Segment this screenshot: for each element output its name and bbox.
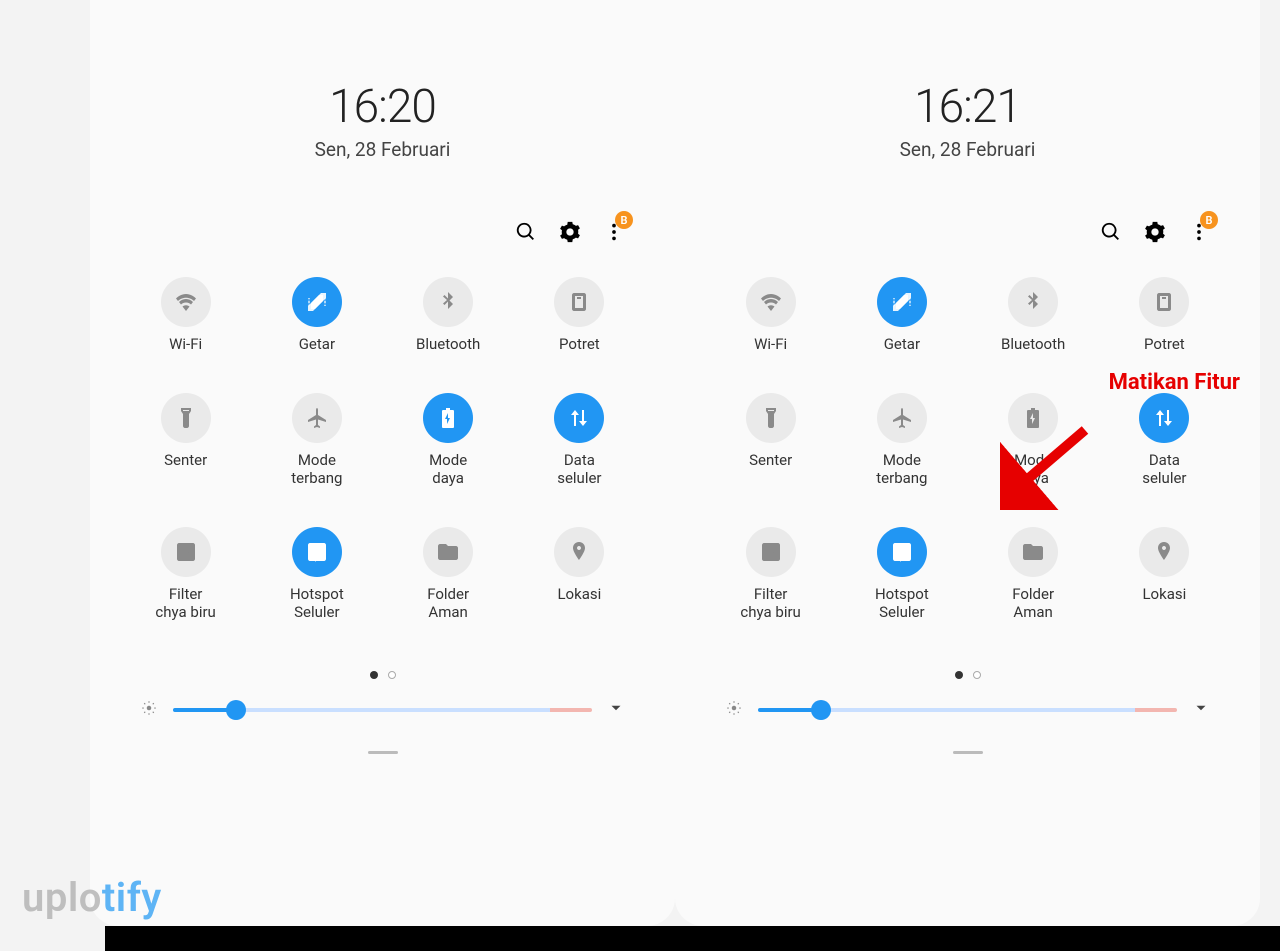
page-indicator: [675, 671, 1260, 679]
tile-data[interactable]: Data seluler: [1099, 393, 1230, 487]
page-indicator: [90, 671, 675, 679]
clock-area: 16:20 Sen, 28 Februari: [90, 80, 675, 161]
vibrate-icon: [877, 277, 927, 327]
drag-handle[interactable]: [368, 751, 398, 754]
hotspot-icon: [292, 527, 342, 577]
flashlight-icon: [161, 393, 211, 443]
wifi-icon: [161, 277, 211, 327]
watermark: uplotify: [22, 874, 162, 921]
tile-portrait[interactable]: Potret: [514, 277, 645, 353]
tile-folder[interactable]: Folder Aman: [383, 527, 514, 621]
tile-label: Folder Aman: [427, 585, 469, 621]
bottom-bar: [105, 926, 1280, 951]
tile-label: Data seluler: [1142, 451, 1186, 487]
expand-icon[interactable]: [1192, 699, 1210, 721]
brightness-icon: [725, 699, 743, 721]
drag-handle[interactable]: [953, 751, 983, 754]
search-icon[interactable]: [1100, 221, 1122, 247]
bluefilter-icon: [161, 527, 211, 577]
tile-airplane[interactable]: Mode terbang: [251, 393, 382, 487]
brightness-icon: [140, 699, 158, 721]
clock-date: Sen, 28 Februari: [675, 138, 1260, 161]
tile-hotspot[interactable]: Hotspot Seluler: [251, 527, 382, 621]
tile-label: Mode daya: [1014, 451, 1052, 487]
settings-icon[interactable]: [1144, 221, 1166, 247]
tile-label: Filter chya biru: [155, 585, 215, 621]
brightness-slider[interactable]: [173, 708, 592, 712]
tile-bluetooth[interactable]: Bluetooth: [968, 277, 1099, 353]
bluefilter-icon: [746, 527, 796, 577]
tile-label: Getar: [299, 335, 335, 353]
tile-bluetooth[interactable]: Bluetooth: [383, 277, 514, 353]
tile-label: Filter chya biru: [740, 585, 800, 621]
wifi-icon: [746, 277, 796, 327]
folder-icon: [423, 527, 473, 577]
clock-area: 16:21 Sen, 28 Februari: [675, 80, 1260, 161]
folder-icon: [1008, 527, 1058, 577]
tile-label: Folder Aman: [1012, 585, 1054, 621]
tile-label: Mode terbang: [876, 451, 927, 487]
tile-label: Bluetooth: [1001, 335, 1065, 353]
tile-label: Senter: [164, 451, 207, 469]
tile-flashlight[interactable]: Senter: [120, 393, 251, 487]
tile-wifi[interactable]: Wi-Fi: [705, 277, 836, 353]
tile-label: Potret: [559, 335, 600, 353]
tile-label: Hotspot Seluler: [290, 585, 344, 621]
brightness-slider[interactable]: [758, 708, 1177, 712]
tile-portrait[interactable]: Potret: [1099, 277, 1230, 353]
location-icon: [554, 527, 604, 577]
bluetooth-icon: [1008, 277, 1058, 327]
tile-data[interactable]: Data seluler: [514, 393, 645, 487]
tile-folder[interactable]: Folder Aman: [968, 527, 1099, 621]
location-icon: [1139, 527, 1189, 577]
hotspot-icon: [877, 527, 927, 577]
settings-icon[interactable]: [559, 221, 581, 247]
search-icon[interactable]: [515, 221, 537, 247]
tile-label: Bluetooth: [416, 335, 480, 353]
airplane-icon: [877, 393, 927, 443]
tile-label: Mode daya: [429, 451, 467, 487]
portrait-icon: [554, 277, 604, 327]
tile-label: Wi-Fi: [169, 335, 202, 353]
tile-hotspot[interactable]: Hotspot Seluler: [836, 527, 967, 621]
tile-vibrate[interactable]: Getar: [836, 277, 967, 353]
clock-time: 16:21: [675, 80, 1260, 134]
flashlight-icon: [746, 393, 796, 443]
tile-location[interactable]: Lokasi: [514, 527, 645, 621]
tile-label: Lokasi: [557, 585, 601, 603]
clock-date: Sen, 28 Februari: [90, 138, 675, 161]
tile-label: Hotspot Seluler: [875, 585, 929, 621]
tile-battery[interactable]: Mode daya: [968, 393, 1099, 487]
airplane-icon: [292, 393, 342, 443]
tile-label: Data seluler: [557, 451, 601, 487]
bluetooth-icon: [423, 277, 473, 327]
data-icon: [1139, 393, 1189, 443]
quick-settings-panel: 16:21 Sen, 28 Februari B Wi-Fi: [675, 0, 1260, 926]
tile-label: Senter: [749, 451, 792, 469]
tile-label: Getar: [884, 335, 920, 353]
tile-label: Lokasi: [1142, 585, 1186, 603]
tile-label: Potret: [1144, 335, 1185, 353]
tile-battery[interactable]: Mode daya: [383, 393, 514, 487]
notification-badge: B: [615, 211, 633, 229]
tile-bluefilter[interactable]: Filter chya biru: [705, 527, 836, 621]
tile-airplane[interactable]: Mode terbang: [836, 393, 967, 487]
tile-flashlight[interactable]: Senter: [705, 393, 836, 487]
tile-label: Wi-Fi: [754, 335, 787, 353]
tile-vibrate[interactable]: Getar: [251, 277, 382, 353]
tile-label: Mode terbang: [291, 451, 342, 487]
battery-icon: [423, 393, 473, 443]
expand-icon[interactable]: [607, 699, 625, 721]
battery-icon: [1008, 393, 1058, 443]
notification-badge: B: [1200, 211, 1218, 229]
clock-time: 16:20: [90, 80, 675, 134]
tile-bluefilter[interactable]: Filter chya biru: [120, 527, 251, 621]
vibrate-icon: [292, 277, 342, 327]
tile-wifi[interactable]: Wi-Fi: [120, 277, 251, 353]
tile-location[interactable]: Lokasi: [1099, 527, 1230, 621]
portrait-icon: [1139, 277, 1189, 327]
data-icon: [554, 393, 604, 443]
quick-settings-panel: 16:20 Sen, 28 Februari B Wi-Fi: [90, 0, 675, 926]
